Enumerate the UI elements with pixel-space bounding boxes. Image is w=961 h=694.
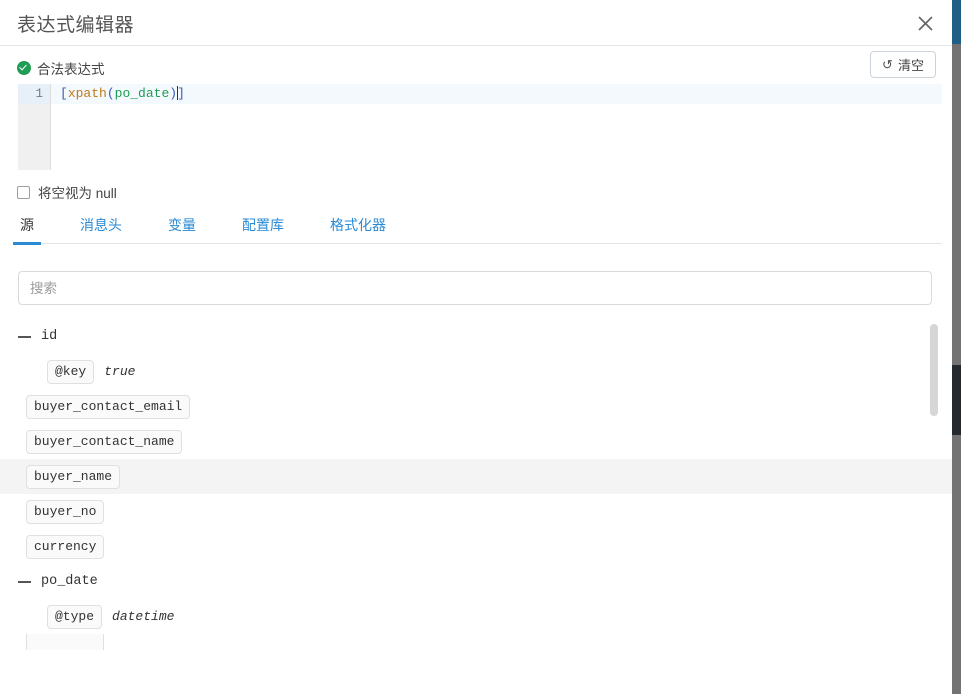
dialog-title: 表达式编辑器 <box>17 15 135 36</box>
tab-config-library[interactable]: 配置库 <box>240 210 286 244</box>
page-scrollbar-thumb[interactable] <box>952 365 961 435</box>
search-input[interactable] <box>18 271 932 305</box>
field-chip[interactable]: buyer_no <box>26 499 105 524</box>
editor-active-line[interactable]: [xpath(po_date)] <box>51 84 942 104</box>
tree-node-group[interactable]: id <box>0 319 952 354</box>
token-close-bracket: ] <box>177 86 185 101</box>
close-icon[interactable] <box>910 8 940 38</box>
status-badge: 合法表达式 <box>17 58 105 78</box>
tree-scrollbar[interactable] <box>930 324 938 664</box>
field-tree: id @key true buyer_contact_email buyer_c… <box>0 319 952 667</box>
tab-variables[interactable]: 变量 <box>166 210 198 244</box>
minus-icon[interactable] <box>18 575 31 588</box>
token-open-paren: ( <box>106 86 115 101</box>
attribute-key-chip[interactable]: @type <box>47 604 103 629</box>
treat-empty-as-null-option[interactable]: 将空视为 null <box>17 182 117 202</box>
tree-node-attribute[interactable]: @key true <box>0 354 952 389</box>
clear-button[interactable]: ↻ 清空 <box>870 51 936 78</box>
tab-headers[interactable]: 消息头 <box>78 210 124 244</box>
tab-bar: 源 消息头 变量 配置库 格式化器 <box>13 210 942 245</box>
field-chip[interactable]: buyer_contact_name <box>26 429 183 454</box>
options-row: 将空视为 null <box>0 176 952 210</box>
tree-node-field[interactable]: buyer_no <box>0 494 952 529</box>
tree-node-field[interactable]: buyer_contact_name <box>0 424 952 459</box>
attribute-value: true <box>104 364 136 379</box>
field-chip[interactable]: buyer_contact_email <box>26 394 191 419</box>
tab-formatter[interactable]: 格式化器 <box>328 210 388 244</box>
token-open-bracket: [ <box>60 86 68 101</box>
tree-node-field[interactable]: buyer_contact_email <box>0 389 952 424</box>
minus-icon[interactable] <box>18 330 31 343</box>
attribute-value: datetime <box>112 609 175 624</box>
clear-button-label: 清空 <box>897 58 924 73</box>
tree-node-label: po_date <box>41 574 98 589</box>
attribute-key-chip[interactable]: @key <box>47 359 95 384</box>
expression-code-editor[interactable]: 1 [xpath(po_date)] <box>18 84 942 170</box>
tree-node-group[interactable]: po_date <box>0 564 952 599</box>
token-argument: po_date <box>114 86 170 101</box>
field-chip[interactable]: buyer_name <box>26 464 121 489</box>
field-chip[interactable] <box>26 634 105 650</box>
page-scrollbar[interactable] <box>952 0 961 694</box>
check-circle-icon <box>17 61 31 75</box>
tree-node-label: id <box>41 329 58 344</box>
editor-gutter: 1 <box>18 84 51 170</box>
treat-empty-as-null-checkbox[interactable] <box>17 185 30 199</box>
undo-icon: ↻ <box>882 57 893 72</box>
tree-node-field[interactable]: buyer_name <box>0 459 952 494</box>
token-function-name: xpath <box>67 86 107 101</box>
tree-node-field[interactable]: currency <box>0 529 952 564</box>
expression-editor-dialog: 表达式编辑器 合法表达式 ↻ 清空 1 [xpath(po_date)] 将空视… <box>0 0 952 694</box>
validity-row: 合法表达式 ↻ 清空 <box>0 46 952 84</box>
validity-label: 合法表达式 <box>37 62 105 77</box>
line-number: 1 <box>18 84 50 104</box>
treat-empty-as-null-label: 将空视为 null <box>38 186 117 201</box>
tree-node-attribute[interactable]: @type datetime <box>0 599 952 634</box>
search-container <box>18 271 932 305</box>
field-chip[interactable]: currency <box>26 534 105 559</box>
expression-text[interactable]: [xpath(po_date)] <box>51 84 942 104</box>
page-scrollbar-thumb-top[interactable] <box>952 0 961 44</box>
tree-node-field-clipped[interactable] <box>0 634 952 650</box>
tree-scrollbar-thumb[interactable] <box>930 324 938 416</box>
dialog-header: 表达式编辑器 <box>0 0 952 46</box>
tab-source[interactable]: 源 <box>13 210 41 245</box>
